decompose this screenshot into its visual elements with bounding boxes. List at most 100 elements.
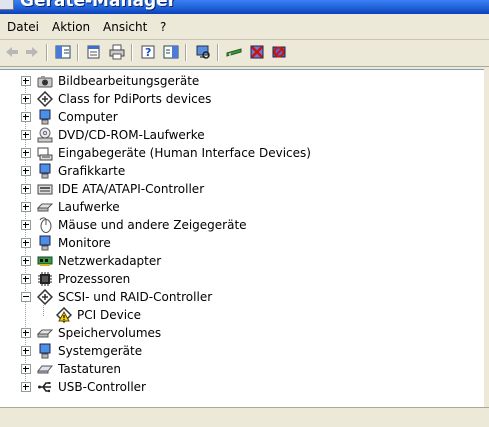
toolbar-separator <box>131 44 133 61</box>
expand-toggle[interactable] <box>21 382 31 392</box>
uninstall-device-icon[interactable] <box>271 44 287 60</box>
tree-item-label: DVD/CD-ROM-Laufwerke <box>58 128 205 142</box>
tree-item-label: Speichervolumes <box>58 326 162 340</box>
expand-toggle[interactable] <box>21 112 31 122</box>
expand-toggle[interactable] <box>21 166 31 176</box>
tree-item-dvd-cd-rom[interactable]: DVD/CD-ROM-Laufwerke <box>0 126 480 144</box>
tree-item-systemgeraete[interactable]: Systemgeräte <box>0 342 480 360</box>
tree-item-label: SCSI- und RAID-Controller <box>58 290 213 304</box>
tree-item-ide-ata[interactable]: IDE ATA/ATAPI-Controller <box>0 180 480 198</box>
status-bar <box>0 407 489 427</box>
tree-item-netzwerkadapter[interactable]: Netzwerkadapter <box>0 252 480 270</box>
tree-item-label: Tastaturen <box>58 362 121 376</box>
scsi-controller-icon <box>37 289 53 305</box>
tree-item-computer[interactable]: Computer <box>0 108 480 126</box>
tree-item-label: PCI Device <box>77 308 142 322</box>
expand-toggle[interactable] <box>21 94 31 104</box>
device-tree: Bildbearbeitungsgeräte Class for PdiPort… <box>0 69 484 407</box>
toolbar-separator <box>77 44 79 61</box>
tree-item-label: Computer <box>58 110 118 124</box>
tree-item-label: IDE ATA/ATAPI-Controller <box>58 182 205 196</box>
help-icon[interactable]: ? <box>140 44 156 60</box>
expand-toggle[interactable] <box>21 238 31 248</box>
monitor-icon <box>39 235 51 251</box>
tree-item-speichervolumes[interactable]: Speichervolumes <box>0 324 480 342</box>
port-connector-icon <box>37 91 53 107</box>
tree-item-scsi-raid[interactable]: SCSI- und RAID-Controller <box>0 288 480 306</box>
menu-help[interactable]: ? <box>160 20 166 34</box>
expand-toggle[interactable] <box>21 76 31 86</box>
ide-controller-icon <box>37 184 53 195</box>
print-icon[interactable] <box>109 44 125 60</box>
svg-text:?: ? <box>145 46 151 59</box>
toolbar-separator <box>46 44 48 61</box>
disk-drive-icon <box>37 329 53 338</box>
computer-icon <box>39 109 51 125</box>
tree-item-label: Systemgeräte <box>58 344 143 358</box>
menu-aktion[interactable]: Aktion <box>52 20 90 34</box>
tree-item-class-for-pdiports[interactable]: Class for PdiPorts devices <box>0 90 480 108</box>
tree-item-grafikkarte[interactable]: Grafikkarte <box>0 162 480 180</box>
toolbar-separator <box>217 44 219 61</box>
title-bar: Geräte-Manager <box>0 0 489 14</box>
tree-item-label: Netzwerkadapter <box>58 254 162 268</box>
hid-keyboard-icon <box>37 147 53 161</box>
tree-item-label: Monitore <box>58 236 111 250</box>
cd-drive-icon <box>37 127 53 143</box>
tree-item-maeuse[interactable]: Mäuse und andere Zeigegeräte <box>0 216 480 234</box>
tree-item-label: Bildbearbeitungsgeräte <box>58 74 200 88</box>
tree-item-label: USB-Controller <box>58 380 146 394</box>
monitor-icon <box>39 163 51 179</box>
menu-bar: Datei Aktion Ansicht ? <box>0 17 489 40</box>
camera-icon <box>37 76 53 88</box>
expand-toggle[interactable] <box>21 364 31 374</box>
toolbar: ? <box>0 40 489 67</box>
device-manager-app-icon <box>0 0 14 10</box>
processor-icon <box>38 272 52 286</box>
tree-item-prozessoren[interactable]: Prozessoren <box>0 270 480 288</box>
keyboard-icon <box>37 365 53 374</box>
usb-icon <box>38 382 51 393</box>
collapse-toggle[interactable] <box>21 292 31 302</box>
update-driver-icon[interactable] <box>226 44 242 60</box>
tree-item-label: Laufwerke <box>58 200 120 214</box>
expand-toggle[interactable] <box>21 130 31 140</box>
tree-item-usb-controller[interactable]: USB-Controller <box>0 378 480 396</box>
expand-toggle[interactable] <box>21 148 31 158</box>
tree-item-pci-device[interactable]: PCI Device <box>0 306 480 324</box>
forward-arrow-icon[interactable] <box>24 44 40 60</box>
window-edge <box>484 69 489 407</box>
scan-hardware-changes-icon[interactable] <box>195 44 211 60</box>
tree-item-label: Prozessoren <box>58 272 131 286</box>
back-arrow-icon[interactable] <box>4 44 20 60</box>
menu-datei[interactable]: Datei <box>7 20 39 34</box>
expand-toggle[interactable] <box>21 184 31 194</box>
warning-device-icon <box>56 307 72 323</box>
disable-device-icon[interactable] <box>249 44 265 60</box>
tree-item-bildbearbeitungsgeraete[interactable]: Bildbearbeitungsgeräte <box>0 72 480 90</box>
disk-drive-icon <box>37 203 53 212</box>
show-hide-action-pane-icon[interactable] <box>163 44 179 60</box>
tree-item-label: Mäuse und andere Zeigegeräte <box>58 218 247 232</box>
properties-icon[interactable] <box>86 44 102 60</box>
tree-item-eingabegeraete[interactable]: Eingabegeräte (Human Interface Devices) <box>0 144 480 162</box>
tree-item-tastaturen[interactable]: Tastaturen <box>0 360 480 378</box>
expand-toggle[interactable] <box>21 328 31 338</box>
tree-item-label: Eingabegeräte (Human Interface Devices) <box>58 146 311 160</box>
expand-toggle[interactable] <box>21 256 31 266</box>
window-title: Geräte-Manager <box>20 0 177 11</box>
show-hide-console-tree-icon[interactable] <box>55 44 71 60</box>
toolbar-separator <box>185 44 187 61</box>
tree-item-label: Grafikkarte <box>58 164 126 178</box>
tree-item-label: Class for PdiPorts devices <box>58 92 212 106</box>
mouse-icon <box>39 217 52 233</box>
tree-item-laufwerke[interactable]: Laufwerke <box>0 198 480 216</box>
expand-toggle[interactable] <box>21 346 31 356</box>
tree-item-monitore[interactable]: Monitore <box>0 234 480 252</box>
menu-ansicht[interactable]: Ansicht <box>103 20 147 34</box>
expand-toggle[interactable] <box>21 274 31 284</box>
computer-icon <box>39 343 51 359</box>
expand-toggle[interactable] <box>21 220 31 230</box>
expand-toggle[interactable] <box>21 202 31 212</box>
network-adapter-icon <box>37 256 53 266</box>
